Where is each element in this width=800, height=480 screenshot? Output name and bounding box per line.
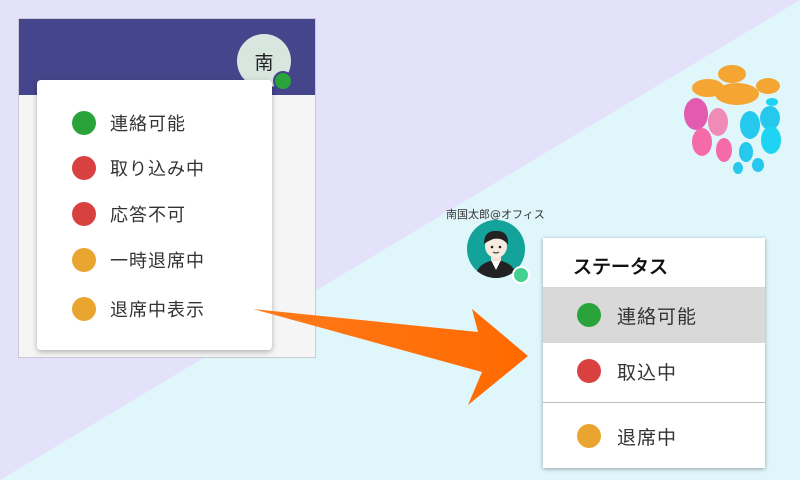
old-menu-item-label: 応答不可: [110, 205, 186, 226]
new-menu-item-away[interactable]: 退席中: [543, 408, 765, 464]
status-dot-green: [72, 111, 96, 135]
new-menu-item-label: 連絡可能: [617, 305, 698, 328]
status-menu-title: ステータス: [573, 256, 669, 278]
old-menu-item-do-not-disturb[interactable]: 応答不可: [37, 194, 272, 234]
new-menu-item-label: 退席中: [617, 426, 678, 449]
status-dot-red: [72, 156, 96, 180]
status-dot-orange: [577, 424, 601, 448]
old-menu-item-be-right-back[interactable]: 一時退席中: [37, 240, 272, 280]
new-menu-item-available[interactable]: 連絡可能: [543, 287, 765, 343]
old-menu-item-available[interactable]: 連絡可能: [37, 103, 272, 143]
old-menu-item-label: 一時退席中: [110, 251, 205, 272]
new-menu-item-busy[interactable]: 取込中: [543, 343, 765, 399]
status-dot-orange: [72, 297, 96, 321]
old-menu-item-appear-away[interactable]: 退席中表示: [37, 289, 272, 329]
status-dot-orange: [72, 248, 96, 272]
brand-logo-icon: [684, 65, 781, 174]
avatar-status-dot: [273, 71, 293, 91]
avatar-initial: 南: [254, 51, 274, 74]
old-menu-item-label: 連絡可能: [110, 114, 186, 135]
old-status-menu: 連絡可能 取り込み中 応答不可 一時退席中 退席中表示: [37, 80, 272, 350]
presence-status-dot: [512, 266, 530, 284]
new-menu-item-label: 取込中: [617, 361, 678, 384]
old-menu-item-busy[interactable]: 取り込み中: [37, 148, 272, 188]
old-menu-item-label: 退席中表示: [110, 300, 205, 321]
status-dot-green: [577, 303, 601, 327]
status-dot-red: [577, 359, 601, 383]
new-status-menu: ステータス 連絡可能 取込中 退席中: [543, 238, 765, 468]
menu-divider: [543, 402, 765, 403]
status-dot-red: [72, 202, 96, 226]
old-menu-item-label: 取り込み中: [110, 159, 205, 180]
